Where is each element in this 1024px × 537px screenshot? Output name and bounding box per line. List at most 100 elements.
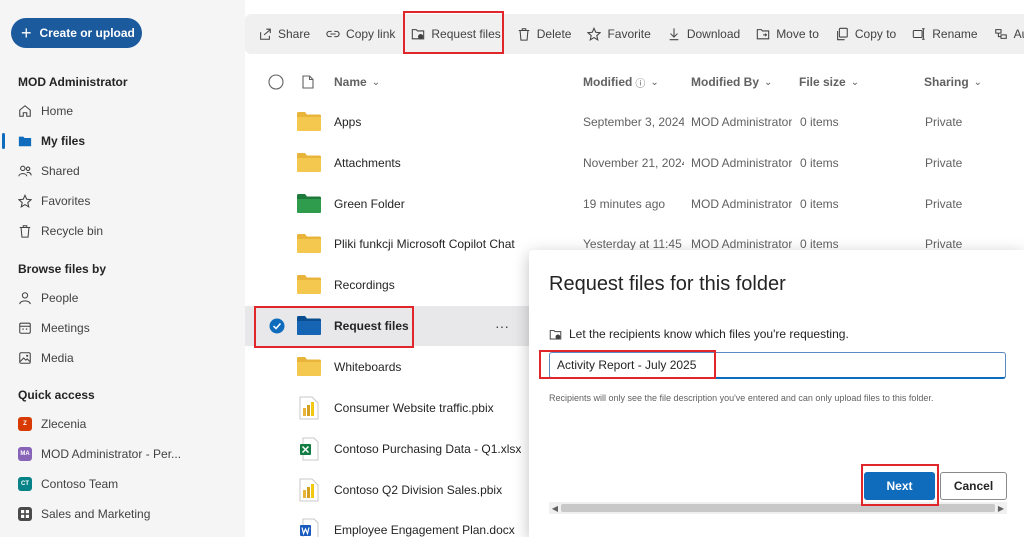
- automate-label: Automate: [1013, 27, 1024, 41]
- person-icon: [18, 291, 32, 305]
- name-header-label: Name: [334, 75, 367, 89]
- trash-icon: [518, 28, 530, 41]
- cancel-button[interactable]: Cancel: [940, 472, 1007, 500]
- nav-shared[interactable]: Shared: [18, 161, 80, 181]
- file-size-column-header[interactable]: File size ⌄: [799, 72, 859, 92]
- folder-icon: [297, 153, 321, 172]
- share-button[interactable]: Share: [258, 14, 310, 54]
- quick-access-label: Contoso Team: [41, 477, 119, 491]
- move-to-button[interactable]: Move to: [756, 14, 819, 54]
- powerbi-file-icon: [299, 396, 319, 420]
- file-name[interactable]: Contoso Purchasing Data - Q1.xlsx: [334, 429, 521, 469]
- file-name[interactable]: Contoso Q2 Division Sales.pbix: [334, 470, 502, 510]
- share-label: Share: [278, 27, 311, 41]
- delete-button[interactable]: Delete: [517, 14, 571, 54]
- left-navigation: + Create or upload MOD Administrator Hom…: [0, 0, 240, 537]
- highlight-description-input: [539, 350, 716, 379]
- scroll-left-icon[interactable]: ◀: [549, 502, 561, 514]
- file-name[interactable]: Whiteboards: [334, 347, 401, 387]
- dialog-title: Request files for this folder: [549, 273, 786, 295]
- quick-access-zlecenia[interactable]: Z Zlecenia: [18, 414, 86, 434]
- file-name[interactable]: Green Folder: [334, 184, 405, 224]
- home-icon: [18, 104, 32, 118]
- nav-favorites[interactable]: Favorites: [18, 191, 90, 211]
- quick-access-mod-admin[interactable]: MA MOD Administrator - Per...: [18, 444, 181, 464]
- favorite-button[interactable]: Favorite: [587, 14, 651, 54]
- move-to-label: Move to: [776, 27, 819, 41]
- copy-link-button[interactable]: Copy link: [326, 14, 395, 54]
- nav-favorites-label: Favorites: [41, 194, 91, 208]
- modified-by: MOD Administrator: [691, 197, 792, 211]
- quick-access-label: Sales and Marketing: [41, 507, 151, 521]
- create-label: Create or upload: [39, 26, 135, 40]
- file-size: 0 items: [800, 197, 839, 211]
- favorite-label: Favorite: [607, 27, 651, 41]
- request-files-dialog: Request files for this folder Let the re…: [529, 250, 1024, 537]
- file-name[interactable]: Employee Engagement Plan.docx: [334, 510, 515, 537]
- nav-home[interactable]: Home: [18, 101, 73, 121]
- copy-to-button[interactable]: Copy to: [835, 14, 896, 54]
- file-size: 0 items: [800, 115, 839, 129]
- modified-column-header[interactable]: Modified ⓘ ⌄: [583, 72, 659, 92]
- rename-button[interactable]: Rename: [912, 14, 978, 54]
- browse-meetings-label: Meetings: [41, 321, 90, 335]
- chevron-down-icon: ⌄: [650, 76, 659, 88]
- sharing-status: Private: [925, 156, 963, 170]
- folder-icon: [297, 234, 321, 253]
- modified-header-label: Modified: [583, 75, 633, 89]
- name-column-header[interactable]: Name ⌄: [334, 72, 380, 92]
- file-name[interactable]: Consumer Website traffic.pbix: [334, 388, 494, 428]
- table-row[interactable]: Green Folder 19 minutes ago MOD Administ…: [245, 184, 1024, 224]
- file-size-header-label: File size: [799, 75, 846, 89]
- quick-access-heading: Quick access: [18, 388, 95, 402]
- scroll-right-icon[interactable]: ▶: [995, 502, 1007, 514]
- modified-by-column-header[interactable]: Modified By ⌄: [691, 72, 772, 92]
- dialog-label-text: Let the recipients know which files you'…: [569, 327, 849, 341]
- nav-recycle-bin[interactable]: Recycle bin: [18, 221, 103, 241]
- download-icon: [669, 28, 679, 41]
- modified-by: MOD Administrator: [691, 115, 792, 129]
- star-icon: [18, 194, 32, 208]
- modified-by: MOD Administrator: [691, 156, 792, 170]
- automate-button[interactable]: Automate: [994, 14, 1024, 54]
- quick-access-sales-marketing[interactable]: Sales and Marketing: [18, 504, 150, 524]
- trash-icon: [18, 224, 32, 238]
- create-or-upload-button[interactable]: + Create or upload: [11, 18, 142, 48]
- browse-media[interactable]: Media: [18, 348, 74, 368]
- browse-media-label: Media: [41, 351, 74, 365]
- folder-icon: [297, 112, 321, 131]
- browse-meetings[interactable]: Meetings: [18, 318, 90, 338]
- chevron-down-icon: ⌄: [764, 76, 773, 88]
- calendar-icon: [18, 321, 32, 335]
- copy-to-label: Copy to: [854, 27, 897, 41]
- table-row[interactable]: Attachments November 21, 2024 MOD Admini…: [245, 143, 1024, 183]
- browse-people-label: People: [41, 291, 79, 305]
- folder-icon: [18, 134, 32, 148]
- nav-my-files-label: My files: [41, 134, 86, 148]
- circle-checkbox-icon: [268, 74, 284, 90]
- file-name[interactable]: Pliki funkcji Microsoft Copilot Chat: [334, 224, 515, 264]
- browse-people[interactable]: People: [18, 288, 78, 308]
- file-type-header[interactable]: [302, 72, 314, 92]
- sharing-column-header[interactable]: Sharing ⌄: [924, 72, 982, 92]
- site-badge: CT: [18, 477, 32, 491]
- plus-icon: +: [21, 23, 32, 43]
- automate-icon: [994, 29, 1007, 39]
- download-button[interactable]: Download: [667, 14, 740, 54]
- file-name[interactable]: Recordings: [334, 265, 395, 305]
- green-folder-icon: [297, 194, 321, 213]
- file-name[interactable]: Apps: [334, 102, 361, 142]
- nav-shared-label: Shared: [41, 164, 80, 178]
- nav-my-files[interactable]: My files: [18, 131, 85, 151]
- more-options-icon[interactable]: ···: [495, 306, 509, 346]
- star-icon: [587, 27, 602, 41]
- modified-by-header-label: Modified By: [691, 75, 759, 89]
- people-icon: [18, 164, 32, 178]
- file-name[interactable]: Attachments: [334, 143, 401, 183]
- select-all-checkbox[interactable]: [268, 72, 284, 92]
- folder-icon: [297, 357, 321, 376]
- copy-link-label: Copy link: [346, 27, 396, 41]
- excel-file-icon: [300, 437, 319, 461]
- table-row[interactable]: Apps September 3, 2024 MOD Administrator…: [245, 102, 1024, 142]
- quick-access-contoso-team[interactable]: CT Contoso Team: [18, 474, 118, 494]
